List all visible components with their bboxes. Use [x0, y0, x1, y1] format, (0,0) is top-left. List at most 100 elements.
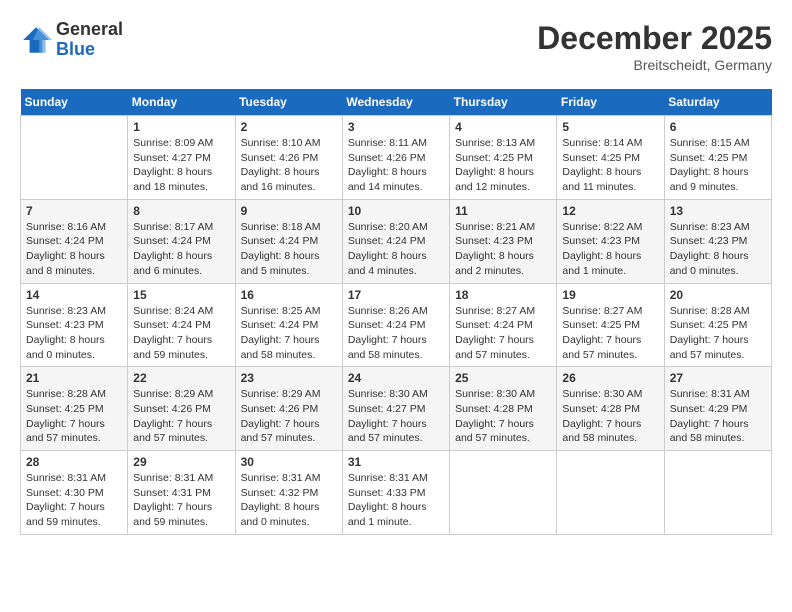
- calendar-cell: [557, 451, 664, 535]
- day-number: 20: [670, 288, 766, 302]
- day-number: 31: [348, 455, 444, 469]
- day-info: Sunrise: 8:14 AM Sunset: 4:25 PM Dayligh…: [562, 136, 658, 195]
- day-info: Sunrise: 8:28 AM Sunset: 4:25 PM Dayligh…: [670, 304, 766, 363]
- calendar-cell: 15 Sunrise: 8:24 AM Sunset: 4:24 PM Dayli…: [128, 283, 235, 367]
- day-number: 1: [133, 120, 229, 134]
- day-info: Sunrise: 8:31 AM Sunset: 4:31 PM Dayligh…: [133, 471, 229, 530]
- calendar-cell: 9 Sunrise: 8:18 AM Sunset: 4:24 PM Daylig…: [235, 199, 342, 283]
- day-info: Sunrise: 8:22 AM Sunset: 4:23 PM Dayligh…: [562, 220, 658, 279]
- day-info: Sunrise: 8:21 AM Sunset: 4:23 PM Dayligh…: [455, 220, 551, 279]
- day-info: Sunrise: 8:10 AM Sunset: 4:26 PM Dayligh…: [241, 136, 337, 195]
- day-number: 24: [348, 371, 444, 385]
- day-number: 18: [455, 288, 551, 302]
- calendar-cell: 28Sunrise: 8:31 AM Sunset: 4:30 PM Dayli…: [21, 451, 128, 535]
- calendar-cell: 11Sunrise: 8:21 AM Sunset: 4:23 PM Dayli…: [450, 199, 557, 283]
- calendar-cell: 26 Sunrise: 8:30 AM Sunset: 4:28 PM Dayli…: [557, 367, 664, 451]
- day-number: 12: [562, 204, 658, 218]
- calendar-cell: 31 Sunrise: 8:31 AM Sunset: 4:33 PM Dayli…: [342, 451, 449, 535]
- day-info: Sunrise: 8:31 AM Sunset: 4:32 PM Dayligh…: [241, 471, 337, 530]
- calendar-cell: 2 Sunrise: 8:10 AM Sunset: 4:26 PM Daylig…: [235, 116, 342, 200]
- day-info: Sunrise: 8:28 AM Sunset: 4:25 PM Dayligh…: [26, 387, 122, 446]
- day-info: Sunrise: 8:27 AM Sunset: 4:24 PM Dayligh…: [455, 304, 551, 363]
- calendar-cell: 18 Sunrise: 8:27 AM Sunset: 4:24 PM Dayli…: [450, 283, 557, 367]
- day-number: 10: [348, 204, 444, 218]
- calendar-cell: 14 Sunrise: 8:23 AM Sunset: 4:23 PM Dayli…: [21, 283, 128, 367]
- day-info: Sunrise: 8:27 AM Sunset: 4:25 PM Dayligh…: [562, 304, 658, 363]
- day-info: Sunrise: 8:30 AM Sunset: 4:27 PM Dayligh…: [348, 387, 444, 446]
- day-number: 14: [26, 288, 122, 302]
- calendar-cell: 29 Sunrise: 8:31 AM Sunset: 4:31 PM Dayli…: [128, 451, 235, 535]
- logo-text: General Blue: [56, 20, 123, 60]
- week-row-4: 21 Sunrise: 8:28 AM Sunset: 4:25 PM Dayli…: [21, 367, 772, 451]
- calendar-cell: 10 Sunrise: 8:20 AM Sunset: 4:24 PM Dayli…: [342, 199, 449, 283]
- day-number: 29: [133, 455, 229, 469]
- day-number: 26: [562, 371, 658, 385]
- weekday-header-wednesday: Wednesday: [342, 89, 449, 116]
- logo-icon: [20, 24, 52, 56]
- week-row-3: 14 Sunrise: 8:23 AM Sunset: 4:23 PM Dayli…: [21, 283, 772, 367]
- calendar-cell: 30 Sunrise: 8:31 AM Sunset: 4:32 PM Dayli…: [235, 451, 342, 535]
- calendar-cell: 22 Sunrise: 8:29 AM Sunset: 4:26 PM Dayli…: [128, 367, 235, 451]
- calendar-cell: 20 Sunrise: 8:28 AM Sunset: 4:25 PM Dayli…: [664, 283, 771, 367]
- calendar-cell: 7 Sunrise: 8:16 AM Sunset: 4:24 PM Daylig…: [21, 199, 128, 283]
- day-info: Sunrise: 8:20 AM Sunset: 4:24 PM Dayligh…: [348, 220, 444, 279]
- day-info: Sunrise: 8:30 AM Sunset: 4:28 PM Dayligh…: [455, 387, 551, 446]
- calendar-cell: 16 Sunrise: 8:25 AM Sunset: 4:24 PM Dayli…: [235, 283, 342, 367]
- day-info: Sunrise: 8:25 AM Sunset: 4:24 PM Dayligh…: [241, 304, 337, 363]
- day-number: 7: [26, 204, 122, 218]
- calendar-cell: 12 Sunrise: 8:22 AM Sunset: 4:23 PM Dayli…: [557, 199, 664, 283]
- day-info: Sunrise: 8:09 AM Sunset: 4:27 PM Dayligh…: [133, 136, 229, 195]
- day-number: 17: [348, 288, 444, 302]
- day-number: 9: [241, 204, 337, 218]
- day-info: Sunrise: 8:31 AM Sunset: 4:29 PM Dayligh…: [670, 387, 766, 446]
- day-info: Sunrise: 8:23 AM Sunset: 4:23 PM Dayligh…: [670, 220, 766, 279]
- day-number: 15: [133, 288, 229, 302]
- day-number: 30: [241, 455, 337, 469]
- day-info: Sunrise: 8:18 AM Sunset: 4:24 PM Dayligh…: [241, 220, 337, 279]
- month-title: December 2025: [537, 20, 772, 57]
- day-info: Sunrise: 8:29 AM Sunset: 4:26 PM Dayligh…: [133, 387, 229, 446]
- day-number: 13: [670, 204, 766, 218]
- weekday-header-sunday: Sunday: [21, 89, 128, 116]
- day-number: 3: [348, 120, 444, 134]
- day-info: Sunrise: 8:29 AM Sunset: 4:26 PM Dayligh…: [241, 387, 337, 446]
- day-info: Sunrise: 8:11 AM Sunset: 4:26 PM Dayligh…: [348, 136, 444, 195]
- day-info: Sunrise: 8:23 AM Sunset: 4:23 PM Dayligh…: [26, 304, 122, 363]
- week-row-1: 1 Sunrise: 8:09 AM Sunset: 4:27 PM Daylig…: [21, 116, 772, 200]
- calendar-cell: 5Sunrise: 8:14 AM Sunset: 4:25 PM Daylig…: [557, 116, 664, 200]
- day-number: 22: [133, 371, 229, 385]
- day-number: 28: [26, 455, 122, 469]
- calendar-cell: 25 Sunrise: 8:30 AM Sunset: 4:28 PM Dayli…: [450, 367, 557, 451]
- day-info: Sunrise: 8:26 AM Sunset: 4:24 PM Dayligh…: [348, 304, 444, 363]
- calendar-cell: 23 Sunrise: 8:29 AM Sunset: 4:26 PM Dayli…: [235, 367, 342, 451]
- day-number: 16: [241, 288, 337, 302]
- day-info: Sunrise: 8:24 AM Sunset: 4:24 PM Dayligh…: [133, 304, 229, 363]
- calendar-cell: 3 Sunrise: 8:11 AM Sunset: 4:26 PM Daylig…: [342, 116, 449, 200]
- day-info: Sunrise: 8:30 AM Sunset: 4:28 PM Dayligh…: [562, 387, 658, 446]
- calendar-cell: [664, 451, 771, 535]
- weekday-header-tuesday: Tuesday: [235, 89, 342, 116]
- calendar-cell: 19 Sunrise: 8:27 AM Sunset: 4:25 PM Dayli…: [557, 283, 664, 367]
- day-number: 25: [455, 371, 551, 385]
- calendar-cell: [21, 116, 128, 200]
- calendar-cell: 8Sunrise: 8:17 AM Sunset: 4:24 PM Daylig…: [128, 199, 235, 283]
- day-number: 23: [241, 371, 337, 385]
- title-block: December 2025 Breitscheidt, Germany: [537, 20, 772, 73]
- calendar-cell: 4 Sunrise: 8:13 AM Sunset: 4:25 PM Daylig…: [450, 116, 557, 200]
- calendar-cell: 24 Sunrise: 8:30 AM Sunset: 4:27 PM Dayli…: [342, 367, 449, 451]
- calendar-cell: 6 Sunrise: 8:15 AM Sunset: 4:25 PM Daylig…: [664, 116, 771, 200]
- week-row-2: 7 Sunrise: 8:16 AM Sunset: 4:24 PM Daylig…: [21, 199, 772, 283]
- day-info: Sunrise: 8:13 AM Sunset: 4:25 PM Dayligh…: [455, 136, 551, 195]
- day-number: 19: [562, 288, 658, 302]
- day-info: Sunrise: 8:31 AM Sunset: 4:33 PM Dayligh…: [348, 471, 444, 530]
- calendar-cell: 27Sunrise: 8:31 AM Sunset: 4:29 PM Dayli…: [664, 367, 771, 451]
- day-info: Sunrise: 8:15 AM Sunset: 4:25 PM Dayligh…: [670, 136, 766, 195]
- day-number: 4: [455, 120, 551, 134]
- day-number: 21: [26, 371, 122, 385]
- day-number: 8: [133, 204, 229, 218]
- day-number: 2: [241, 120, 337, 134]
- day-number: 6: [670, 120, 766, 134]
- day-info: Sunrise: 8:16 AM Sunset: 4:24 PM Dayligh…: [26, 220, 122, 279]
- weekday-header-monday: Monday: [128, 89, 235, 116]
- calendar-cell: 13 Sunrise: 8:23 AM Sunset: 4:23 PM Dayli…: [664, 199, 771, 283]
